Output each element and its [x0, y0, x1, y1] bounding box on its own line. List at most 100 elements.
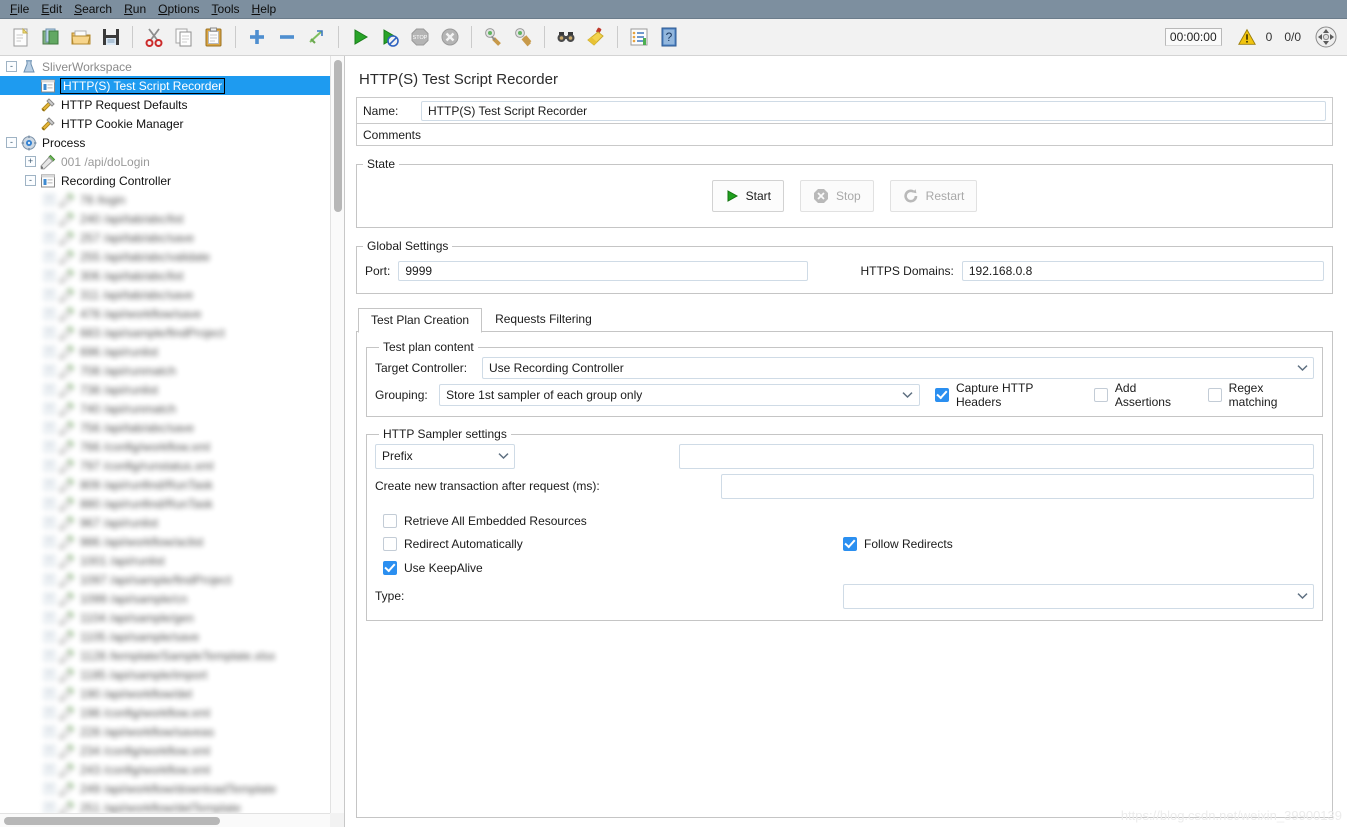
cut-icon[interactable] — [139, 22, 169, 52]
tree-expand-toggle[interactable]: + — [44, 365, 55, 376]
menu-run[interactable]: Run — [118, 0, 152, 18]
tree-node[interactable]: +240 /api/tab/abc/list — [0, 209, 330, 228]
paste-icon[interactable] — [199, 22, 229, 52]
menu-edit[interactable]: Edit — [35, 0, 68, 18]
tree-node[interactable]: +257 /api/tab/abc/save — [0, 228, 330, 247]
tree-node[interactable]: HTTP(S) Test Script Recorder — [0, 76, 330, 95]
help-icon[interactable]: ? — [654, 22, 684, 52]
tree-expand-toggle[interactable]: + — [44, 346, 55, 357]
tree-expand-toggle[interactable]: + — [44, 707, 55, 718]
tree-node[interactable]: +1099 /api/sample/cn — [0, 589, 330, 608]
tree-expand-toggle[interactable]: + — [44, 270, 55, 281]
tree-expand-toggle[interactable]: + — [44, 289, 55, 300]
tree-node[interactable]: +190 /api/workflow/del — [0, 684, 330, 703]
tree-expand-toggle[interactable]: + — [44, 441, 55, 452]
search-icon[interactable] — [551, 22, 581, 52]
copy-icon[interactable] — [169, 22, 199, 52]
clear-all-icon[interactable] — [508, 22, 538, 52]
regex-matching-checkbox[interactable]: Regex matching — [1208, 381, 1314, 409]
tree-viewport[interactable]: -SliverWorkspaceHTTP(S) Test Script Reco… — [0, 56, 330, 813]
tree-node[interactable]: +1105 /api/sample/save — [0, 627, 330, 646]
new-icon[interactable] — [6, 22, 36, 52]
menu-search[interactable]: Search — [68, 0, 118, 18]
tree-expand-toggle[interactable]: + — [44, 726, 55, 737]
tree-node[interactable]: +766 /config/workflow.xml — [0, 437, 330, 456]
tree-node[interactable]: +880 /api/runfind/RunTask — [0, 494, 330, 513]
tree-node[interactable]: HTTP Request Defaults — [0, 95, 330, 114]
tree-collapse-toggle[interactable]: - — [6, 61, 17, 72]
tree-expand-toggle[interactable]: + — [44, 327, 55, 338]
tree-expand-toggle[interactable]: + — [44, 574, 55, 585]
https-domains-input[interactable] — [962, 261, 1324, 281]
tree-horizontal-scroll-thumb[interactable] — [4, 817, 220, 825]
transaction-input[interactable] — [721, 474, 1314, 499]
tree-expand-toggle[interactable]: + — [44, 460, 55, 471]
port-input[interactable] — [398, 261, 807, 281]
tree-expand-toggle[interactable]: + — [44, 669, 55, 680]
tree-node[interactable]: +696 /api/runlist — [0, 342, 330, 361]
capture-http-headers-checkbox[interactable]: Capture HTTP Headers — [935, 381, 1080, 409]
tree-node[interactable]: +1104 /api/sample/gen — [0, 608, 330, 627]
tree-expand-toggle[interactable]: + — [44, 422, 55, 433]
tree-node[interactable]: -SliverWorkspace — [0, 57, 330, 76]
tree-node[interactable]: +243 /config/workflow.xml — [0, 760, 330, 779]
tree-node[interactable]: HTTP Cookie Manager — [0, 114, 330, 133]
retrieve-embedded-resources-checkbox[interactable]: Retrieve All Embedded Resources — [383, 514, 587, 528]
warning-icon[interactable] — [1232, 22, 1262, 52]
follow-redirects-checkbox[interactable]: Follow Redirects — [843, 537, 1314, 551]
stop-button[interactable]: Stop — [800, 180, 874, 212]
tree-node[interactable]: +1128 /template/SampleTemplate.xlsx — [0, 646, 330, 665]
tree-expand-toggle[interactable]: + — [44, 688, 55, 699]
tree-expand-toggle[interactable]: + — [44, 384, 55, 395]
redirect-automatically-checkbox[interactable]: Redirect Automatically — [383, 537, 523, 551]
tree-node[interactable]: +1185 /api/sample/import — [0, 665, 330, 684]
tree-expand-toggle[interactable]: + — [25, 156, 36, 167]
tree-expand-toggle[interactable]: + — [44, 517, 55, 528]
tree-expand-toggle[interactable]: + — [44, 764, 55, 775]
toggle-icon[interactable] — [302, 22, 332, 52]
menu-file[interactable]: File — [4, 0, 35, 18]
tree-node[interactable]: +78 /login — [0, 190, 330, 209]
tree-node[interactable]: -Recording Controller — [0, 171, 330, 190]
tree-node[interactable]: +001 /api/doLogin — [0, 152, 330, 171]
tree-expand-toggle[interactable]: + — [44, 232, 55, 243]
tree-node[interactable]: +740 /api/runmatch — [0, 399, 330, 418]
tree-expand-toggle[interactable]: + — [44, 213, 55, 224]
target-controller-combo[interactable]: Use Recording Controller — [482, 357, 1314, 379]
tree-node[interactable]: +306 /api/tab/abc/list — [0, 266, 330, 285]
tree-node[interactable]: -Process — [0, 133, 330, 152]
clear-icon[interactable] — [478, 22, 508, 52]
tree-vertical-scroll-thumb[interactable] — [334, 60, 342, 212]
tree-expand-toggle[interactable]: + — [44, 194, 55, 205]
tab-requests-filtering[interactable]: Requests Filtering — [482, 307, 605, 332]
tree-expand-toggle[interactable]: + — [44, 308, 55, 319]
tree-expand-toggle[interactable]: + — [44, 479, 55, 490]
tree-node[interactable]: +249 /api/workflow/downloadTemplate — [0, 779, 330, 798]
tree-node[interactable]: +478 /api/workflow/save — [0, 304, 330, 323]
tree-node[interactable]: +255 /api/tab/abc/validate — [0, 247, 330, 266]
tree-node[interactable]: +251 /api/workflow/delTemplate — [0, 798, 330, 813]
tree-node[interactable]: +198 /config/workflow.xml — [0, 703, 330, 722]
tree-node[interactable]: +311 /api/tab/abc/save — [0, 285, 330, 304]
function-helper-icon[interactable] — [624, 22, 654, 52]
expand-all-icon[interactable] — [242, 22, 272, 52]
save-icon[interactable] — [96, 22, 126, 52]
collapse-expand-icon[interactable] — [1311, 22, 1341, 52]
tree-expand-toggle[interactable]: + — [44, 555, 55, 566]
stop-icon[interactable]: STOP — [405, 22, 435, 52]
prefix-mode-combo[interactable]: Prefix — [375, 444, 515, 469]
tree-collapse-toggle[interactable]: - — [25, 175, 36, 186]
menu-options[interactable]: Options — [152, 0, 205, 18]
tree-node[interactable]: +738 /api/runlist — [0, 380, 330, 399]
tree-expand-toggle[interactable]: + — [44, 802, 55, 813]
tree-node[interactable]: +986 /api/workflow/aclist — [0, 532, 330, 551]
tree-node[interactable]: +756 /api/tab/abc/save — [0, 418, 330, 437]
tree-node[interactable]: +708 /api/runmatch — [0, 361, 330, 380]
start-icon[interactable] — [345, 22, 375, 52]
start-no-pauses-icon[interactable] — [375, 22, 405, 52]
tree-expand-toggle[interactable]: + — [44, 612, 55, 623]
tree-expand-toggle[interactable]: + — [44, 403, 55, 414]
templates-icon[interactable] — [36, 22, 66, 52]
tree-node[interactable]: +809 /api/runfind/RunTask — [0, 475, 330, 494]
use-keepalive-checkbox[interactable]: Use KeepAlive — [383, 561, 483, 575]
